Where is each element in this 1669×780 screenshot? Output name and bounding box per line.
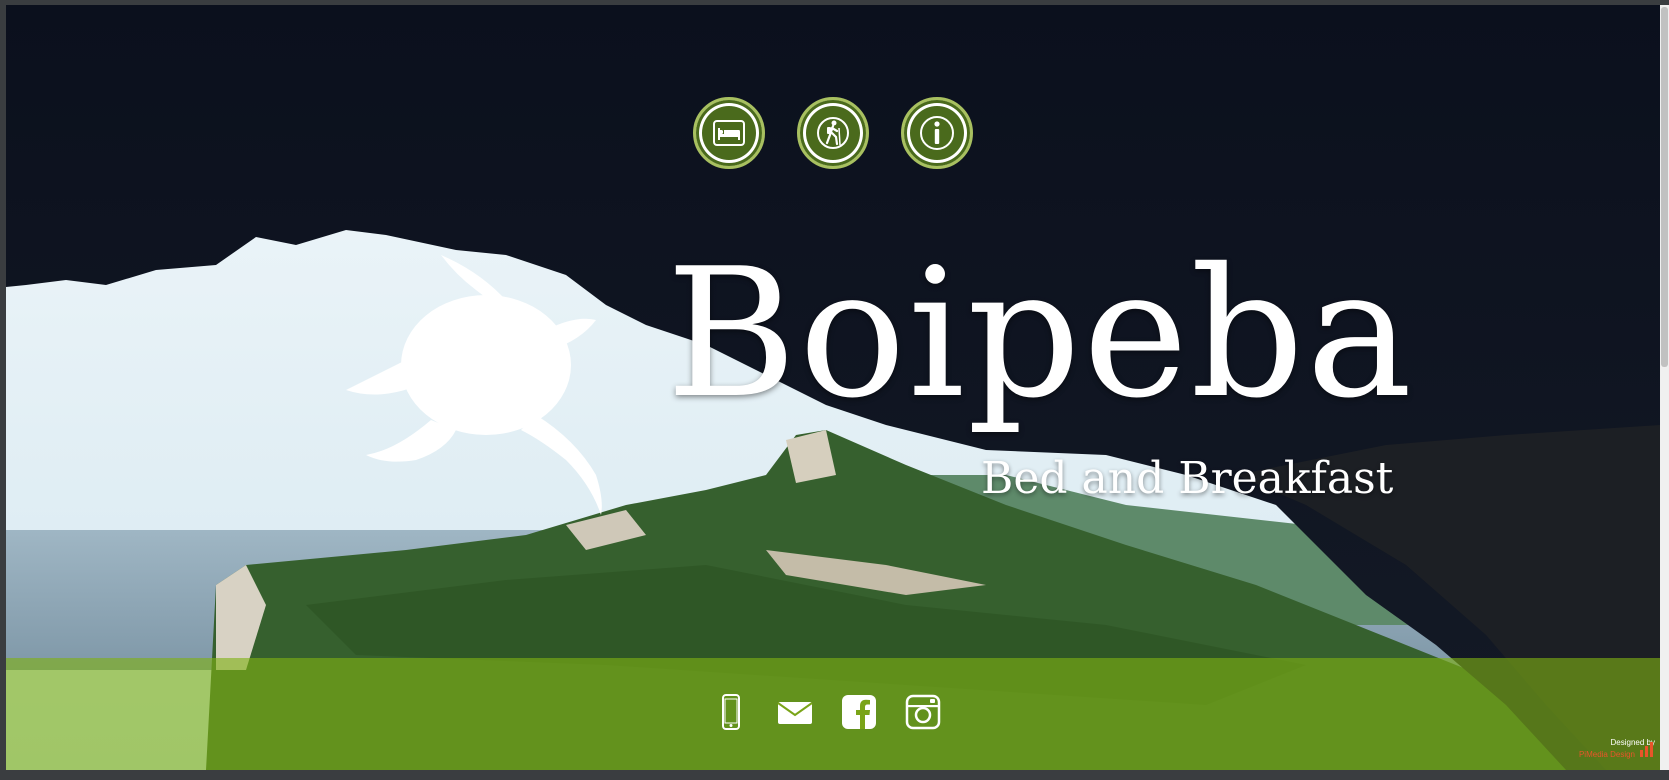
main-nav (6, 97, 1660, 169)
instagram-icon (905, 694, 941, 730)
hero-page: Boipeba Bed and Breakfast (6, 5, 1660, 770)
hiker-icon (817, 117, 849, 149)
email-link[interactable] (777, 692, 813, 732)
brand-subtitle: Bed and Breakfast (981, 453, 1394, 504)
facebook-icon (842, 695, 876, 729)
mobile-phone-icon (722, 694, 740, 730)
instagram-link[interactable] (905, 692, 941, 732)
window-bottom-edge (0, 770, 1669, 780)
bed-icon (713, 120, 745, 146)
social-links (0, 692, 1654, 732)
info-icon (920, 116, 954, 150)
designer-logo-icon (1640, 742, 1653, 757)
brand-title: Boipeba (666, 230, 1415, 437)
scrollbar-thumb[interactable] (1661, 7, 1668, 367)
vertical-scrollbar[interactable] (1660, 5, 1669, 770)
nav-info-button[interactable] (901, 97, 973, 169)
envelope-icon (777, 702, 813, 724)
designer-credit[interactable]: Designed by PiMedia Design (1579, 737, 1655, 761)
nav-activities-button[interactable] (797, 97, 869, 169)
facebook-link[interactable] (841, 692, 877, 732)
phone-link[interactable] (713, 692, 749, 732)
nav-accommodation-button[interactable] (693, 97, 765, 169)
credit-name[interactable]: PiMedia Design (1579, 749, 1635, 761)
